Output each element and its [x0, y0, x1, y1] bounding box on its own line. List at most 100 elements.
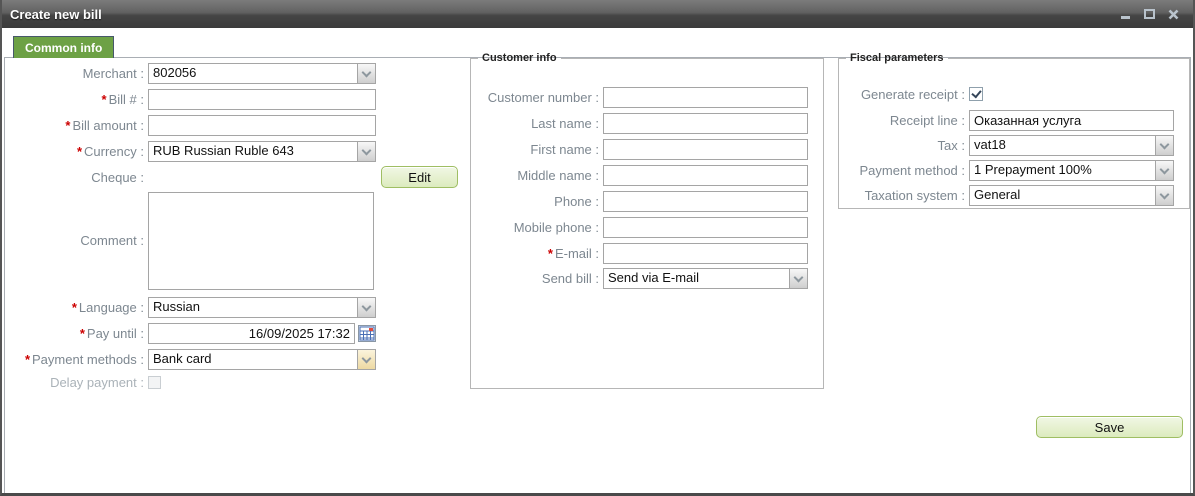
calendar-icon[interactable] — [358, 325, 376, 342]
chevron-down-icon — [357, 298, 375, 317]
middle-name-label: Middle name : — [475, 165, 603, 186]
field-generate-receipt: Generate receipt : — [843, 84, 983, 105]
customer-number-label: Customer number : — [475, 87, 603, 108]
last-name-label: Last name : — [475, 113, 603, 134]
comment-label: Comment : — [10, 192, 148, 290]
tax-label: Tax : — [843, 135, 969, 156]
field-currency: *Currency : RUB Russian Ruble 643 — [10, 141, 376, 162]
required-marker: * — [77, 144, 82, 159]
pay-until-label: *Pay until : — [10, 323, 148, 344]
window-title: Create new bill — [10, 7, 102, 22]
required-marker: * — [548, 246, 553, 261]
field-cheque: Cheque : — [10, 167, 148, 188]
chevron-down-icon — [789, 269, 807, 288]
taxation-system-select[interactable]: General — [969, 185, 1174, 206]
generate-receipt-checkbox[interactable] — [969, 87, 983, 101]
required-marker: * — [102, 92, 107, 107]
window-titlebar: Create new bill — [2, 0, 1193, 28]
currency-select[interactable]: RUB Russian Ruble 643 — [148, 141, 376, 162]
bill-number-input[interactable] — [148, 89, 376, 110]
minimize-icon — [1121, 16, 1130, 19]
create-new-bill-dialog: Create new bill Common info Merchant : 8… — [0, 0, 1195, 496]
field-delay-payment: Delay payment : — [10, 372, 161, 393]
maximize-button[interactable] — [1142, 7, 1157, 22]
receipt-line-input[interactable] — [969, 110, 1174, 131]
field-taxation-system: Taxation system : General — [843, 185, 1174, 206]
phone-input[interactable] — [603, 191, 808, 212]
field-phone: Phone : — [475, 191, 808, 212]
minimize-button[interactable] — [1118, 7, 1133, 22]
close-button[interactable] — [1166, 7, 1181, 22]
phone-label: Phone : — [475, 191, 603, 212]
required-marker: * — [25, 352, 30, 367]
field-first-name: First name : — [475, 139, 808, 160]
required-marker: * — [80, 326, 85, 341]
send-bill-select[interactable]: Send via E-mail — [603, 268, 808, 289]
window-controls — [1118, 7, 1185, 22]
middle-name-input[interactable] — [603, 165, 808, 186]
fiscal-parameters-fieldset: Fiscal parameters Generate receipt : Rec… — [838, 52, 1190, 209]
chevron-down-icon — [1155, 186, 1173, 205]
payment-methods-select[interactable]: Bank card — [148, 349, 376, 370]
required-marker: * — [65, 118, 70, 133]
chevron-down-icon — [1155, 161, 1173, 180]
merchant-select[interactable]: 802056 — [148, 63, 376, 84]
bill-number-label: *Bill # : — [10, 89, 148, 110]
checkmark-icon — [971, 88, 981, 99]
field-middle-name: Middle name : — [475, 165, 808, 186]
pay-until-input[interactable] — [148, 323, 355, 344]
field-comment: Comment : — [10, 192, 374, 290]
field-fiscal-payment-method: Payment method : 1 Prepayment 100% — [843, 160, 1174, 181]
close-icon — [1168, 9, 1179, 20]
currency-label: *Currency : — [10, 141, 148, 162]
field-bill-amount: *Bill amount : — [10, 115, 376, 136]
send-bill-label: Send bill : — [475, 268, 603, 289]
delay-payment-label: Delay payment : — [10, 372, 148, 393]
field-mobile-phone: Mobile phone : — [475, 217, 808, 238]
mobile-phone-label: Mobile phone : — [475, 217, 603, 238]
tax-select[interactable]: vat18 — [969, 135, 1174, 156]
comment-textarea[interactable] — [148, 192, 374, 290]
maximize-icon — [1144, 9, 1155, 19]
taxation-system-label: Taxation system : — [843, 185, 969, 206]
field-pay-until: *Pay until : — [10, 323, 376, 344]
language-label: *Language : — [10, 297, 148, 318]
email-label: *E-mail : — [475, 243, 603, 264]
field-bill-number: *Bill # : — [10, 89, 376, 110]
chevron-down-icon — [1155, 136, 1173, 155]
field-send-bill: Send bill : Send via E-mail — [475, 268, 808, 289]
tab-common-info[interactable]: Common info — [13, 36, 114, 58]
fiscal-payment-method-select[interactable]: 1 Prepayment 100% — [969, 160, 1174, 181]
field-customer-number: Customer number : — [475, 87, 808, 108]
field-receipt-line: Receipt line : — [843, 110, 1174, 131]
save-button[interactable]: Save — [1036, 416, 1183, 438]
chevron-down-icon — [357, 64, 375, 83]
bill-amount-label: *Bill amount : — [10, 115, 148, 136]
chevron-down-icon — [357, 142, 375, 161]
mobile-phone-input[interactable] — [603, 217, 808, 238]
chevron-down-icon — [357, 350, 375, 369]
fiscal-payment-method-label: Payment method : — [843, 160, 969, 181]
email-input[interactable] — [603, 243, 808, 264]
bill-amount-input[interactable] — [148, 115, 376, 136]
fiscal-parameters-legend: Fiscal parameters — [846, 52, 948, 64]
language-select[interactable]: Russian — [148, 297, 376, 318]
receipt-line-label: Receipt line : — [843, 110, 969, 131]
field-merchant: Merchant : 802056 — [10, 63, 376, 84]
customer-info-fieldset: Customer info Customer number : Last nam… — [470, 52, 824, 389]
first-name-input[interactable] — [603, 139, 808, 160]
payment-methods-label: *Payment methods : — [10, 349, 148, 370]
customer-number-input[interactable] — [603, 87, 808, 108]
field-tax: Tax : vat18 — [843, 135, 1174, 156]
field-email: *E-mail : — [475, 243, 808, 264]
generate-receipt-label: Generate receipt : — [843, 84, 969, 105]
field-last-name: Last name : — [475, 113, 808, 134]
field-language: *Language : Russian — [10, 297, 376, 318]
delay-payment-checkbox — [148, 376, 161, 389]
customer-info-legend: Customer info — [478, 52, 561, 64]
merchant-label: Merchant : — [10, 63, 148, 84]
edit-cheque-button[interactable]: Edit — [381, 166, 458, 188]
required-marker: * — [72, 300, 77, 315]
first-name-label: First name : — [475, 139, 603, 160]
last-name-input[interactable] — [603, 113, 808, 134]
